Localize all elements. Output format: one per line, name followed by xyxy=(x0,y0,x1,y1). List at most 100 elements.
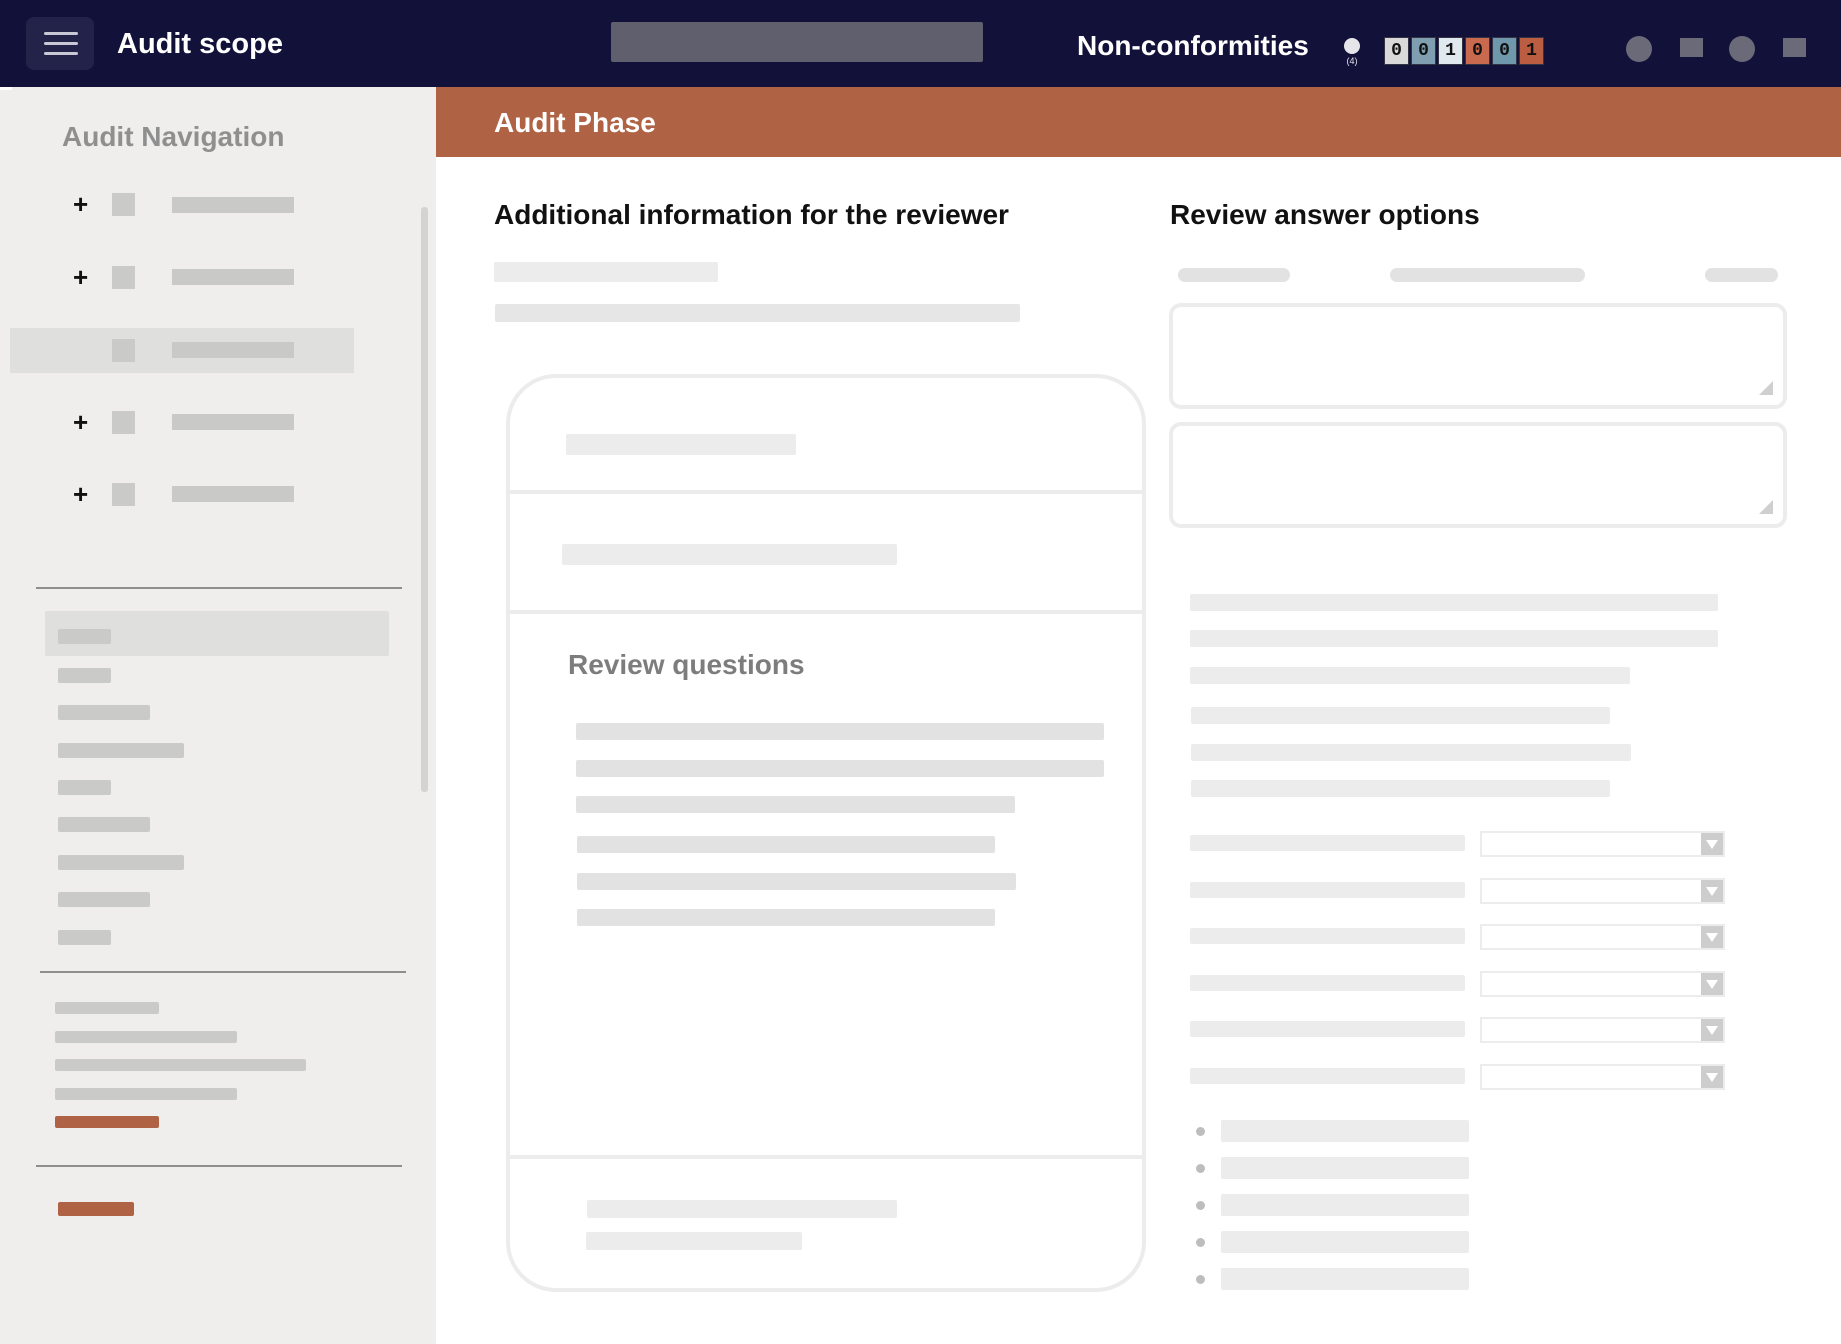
sidebar-divider xyxy=(40,971,406,973)
expand-icon[interactable]: + xyxy=(73,189,88,220)
answer-option-tab[interactable] xyxy=(1705,268,1778,282)
card-placeholder xyxy=(566,434,796,455)
card-footer-placeholder xyxy=(586,1232,802,1250)
option-label xyxy=(1190,882,1465,898)
resize-handle-icon[interactable] xyxy=(1759,381,1773,395)
right-section-title: Review answer options xyxy=(1170,199,1480,230)
answer-option-tab[interactable] xyxy=(1178,268,1290,282)
user-icon[interactable] xyxy=(1626,36,1652,62)
bullet-icon xyxy=(1196,1238,1205,1247)
answer-textarea[interactable] xyxy=(1169,303,1787,409)
bullet-icon xyxy=(1196,1127,1205,1136)
tree-item-label-placeholder xyxy=(172,486,294,502)
answer-option-tab[interactable] xyxy=(1390,268,1585,282)
option-select[interactable] xyxy=(1480,924,1725,950)
sidebar-accent xyxy=(0,87,12,90)
tree-item-label-placeholder xyxy=(172,342,294,358)
bullet-item xyxy=(1221,1157,1469,1179)
folder-icon xyxy=(112,266,135,289)
hamburger-menu-button[interactable] xyxy=(26,17,94,70)
sidebar-action-link[interactable] xyxy=(58,1202,134,1216)
answer-text-line xyxy=(1190,630,1718,647)
sidebar-link[interactable] xyxy=(55,1002,159,1014)
chevron-down-icon[interactable] xyxy=(1701,926,1723,948)
answer-textarea[interactable] xyxy=(1169,422,1787,528)
chevron-down-icon[interactable] xyxy=(1701,880,1723,902)
card-footer-placeholder xyxy=(587,1200,897,1218)
counter-badge[interactable]: 0 xyxy=(1411,37,1436,65)
resize-handle-icon[interactable] xyxy=(1759,500,1773,514)
help-icon[interactable] xyxy=(1729,36,1755,62)
chevron-down-icon[interactable] xyxy=(1701,833,1723,855)
list-item[interactable] xyxy=(58,705,150,720)
sidebar-divider xyxy=(36,587,402,589)
list-item[interactable] xyxy=(58,892,150,907)
question-line xyxy=(577,909,995,926)
tree-item-label-placeholder xyxy=(172,269,294,285)
nonconformities-label: Non-conformities xyxy=(1077,30,1309,61)
list-item[interactable] xyxy=(58,629,111,644)
folder-icon xyxy=(112,193,135,216)
counter-badge[interactable]: 1 xyxy=(1519,37,1544,65)
sidebar-link-active[interactable] xyxy=(55,1116,159,1128)
sidebar-link[interactable] xyxy=(55,1059,306,1071)
question-line xyxy=(577,873,1016,890)
list-item[interactable] xyxy=(58,780,111,795)
tree-item-label-placeholder xyxy=(172,197,294,213)
bullet-item xyxy=(1221,1194,1469,1216)
sidebar-divider xyxy=(36,1165,402,1167)
answer-text-line xyxy=(1190,667,1630,684)
bullet-item xyxy=(1221,1268,1469,1290)
option-select[interactable] xyxy=(1480,878,1725,904)
sidebar-title: Audit Navigation xyxy=(62,121,285,152)
answer-text-line xyxy=(1190,594,1718,611)
option-select[interactable] xyxy=(1480,971,1725,997)
menu-icon xyxy=(44,32,78,35)
option-label xyxy=(1190,835,1465,851)
bullet-icon xyxy=(1196,1201,1205,1210)
logout-icon[interactable] xyxy=(1783,38,1806,57)
answer-text-line xyxy=(1191,744,1631,761)
expand-icon[interactable]: + xyxy=(73,407,88,438)
card-divider xyxy=(508,610,1144,614)
list-item[interactable] xyxy=(58,817,150,832)
question-line xyxy=(577,836,995,853)
option-select[interactable] xyxy=(1480,831,1725,857)
info-placeholder xyxy=(495,304,1020,322)
review-questions-title: Review questions xyxy=(568,649,805,680)
option-label xyxy=(1190,1021,1465,1037)
counter-badge[interactable]: 0 xyxy=(1384,37,1409,65)
list-item[interactable] xyxy=(58,668,111,683)
sidebar-link[interactable] xyxy=(55,1088,237,1100)
answer-text-line xyxy=(1191,780,1610,797)
chevron-down-icon[interactable] xyxy=(1701,1019,1723,1041)
chevron-down-icon[interactable] xyxy=(1701,1066,1723,1088)
bullet-item xyxy=(1221,1120,1469,1142)
chevron-down-icon[interactable] xyxy=(1701,973,1723,995)
answer-text-line xyxy=(1191,707,1610,724)
option-select[interactable] xyxy=(1480,1064,1725,1090)
bullet-icon xyxy=(1196,1275,1205,1284)
list-item[interactable] xyxy=(58,930,111,945)
search-bar[interactable] xyxy=(611,22,983,62)
question-line xyxy=(576,723,1104,740)
nonconformities-total: (4) xyxy=(1346,56,1358,66)
sidebar-scrollbar[interactable] xyxy=(421,207,428,792)
counter-badge[interactable]: 1 xyxy=(1438,37,1463,65)
question-line xyxy=(576,760,1104,777)
nonconformities-status-dot xyxy=(1344,38,1360,54)
counter-badge[interactable]: 0 xyxy=(1492,37,1517,65)
card-divider xyxy=(508,1155,1144,1159)
option-select[interactable] xyxy=(1480,1017,1725,1043)
list-item[interactable] xyxy=(58,855,184,870)
nonconformity-counters[interactable]: 0 0 1 0 0 1 xyxy=(1384,37,1544,65)
bullet-item xyxy=(1221,1231,1469,1253)
sidebar-link[interactable] xyxy=(55,1031,237,1043)
grid-icon[interactable] xyxy=(1680,38,1703,57)
counter-badge[interactable]: 0 xyxy=(1465,37,1490,65)
expand-icon[interactable]: + xyxy=(73,479,88,510)
list-item[interactable] xyxy=(58,743,184,758)
option-label xyxy=(1190,928,1465,944)
card-divider xyxy=(508,490,1144,494)
expand-icon[interactable]: + xyxy=(73,262,88,293)
